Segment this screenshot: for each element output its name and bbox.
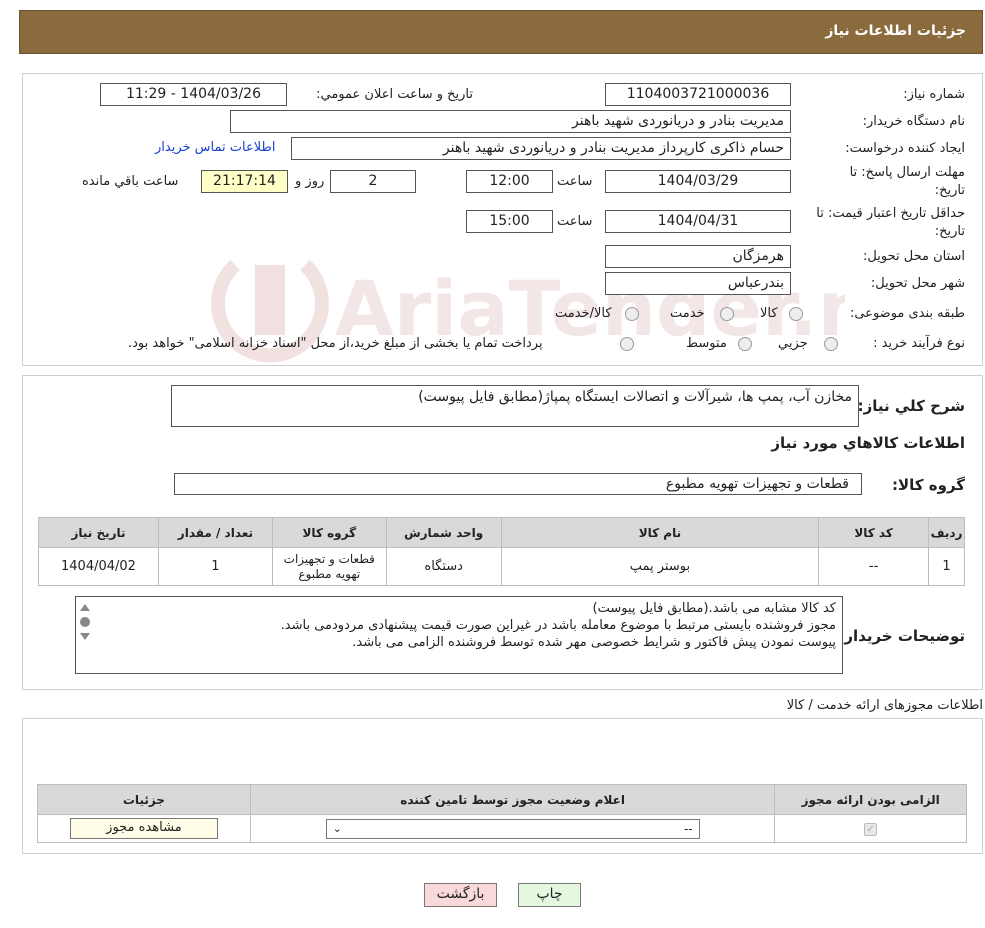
validity-date-label: تاریخ: xyxy=(934,224,965,239)
buyer-notes-label: توضیحات خریدار: xyxy=(838,627,965,645)
validity-label: حداقل تاریخ اعتبار قیمت: تا xyxy=(816,206,965,221)
back-button[interactable]: بازگشت xyxy=(424,883,497,907)
col-goods-code: کد کالا xyxy=(818,517,930,548)
process-treasury-checkbox[interactable] xyxy=(620,337,634,351)
requester-field: حسام ذاکری کارپرداز مدیریت بنادر و دریان… xyxy=(291,137,791,160)
city-label: شهر محل تحویل: xyxy=(870,276,965,291)
city-field: بندرعباس xyxy=(605,272,791,295)
col-license-details: جزئیات xyxy=(37,784,251,815)
cell-row-number: 1 xyxy=(928,547,965,586)
process-radio-medium[interactable] xyxy=(738,337,752,351)
category-radio-goods[interactable] xyxy=(789,307,803,321)
licenses-table: الزامی بودن ارائه مجوز اعلام وضعیت مجوز … xyxy=(37,784,967,843)
scroll-up-icon[interactable] xyxy=(80,604,90,611)
process-radio-partial[interactable] xyxy=(824,337,838,351)
chevron-down-icon: ⌄ xyxy=(332,822,342,835)
cell-need-date: 1404/04/02 xyxy=(38,547,159,586)
col-quantity: تعداد / مقدار xyxy=(157,517,273,548)
license-status-value: -- xyxy=(683,821,693,836)
deadline-time-label: ساعت xyxy=(557,174,593,189)
goods-group-field: قطعات و تجهیزات تهویه مطبوع xyxy=(174,473,862,495)
validity-time-label: ساعت xyxy=(557,214,593,229)
col-license-required: الزامی بودن ارائه مجوز xyxy=(774,784,967,815)
buyer-notes-textarea[interactable]: کد کالا مشابه می باشد.(مطابق فایل پیوست)… xyxy=(75,596,843,674)
licenses-header-row: الزامی بودن ارائه مجوز اعلام وضعیت مجوز … xyxy=(37,784,967,815)
goods-group-label: گروه کالا: xyxy=(892,476,965,494)
category-radio-goods-service[interactable] xyxy=(625,307,639,321)
process-note: پرداخت تمام یا بخشی از مبلغ خرید،از محل … xyxy=(128,336,543,351)
deadline-time-field: 12:00 xyxy=(466,170,553,193)
province-label: استان محل تحویل: xyxy=(863,249,965,264)
announce-label: تاریخ و ساعت اعلان عمومي: xyxy=(316,87,473,102)
cell-goods-name: بوستر پمپ xyxy=(500,547,820,586)
buyer-note-line: مجوز فروشنده بایستی مرتبط با موضوع معامل… xyxy=(280,618,836,633)
page-title: جزئیات اطلاعات نیاز xyxy=(825,23,966,39)
category-option-service: خدمت xyxy=(670,306,705,321)
scroll-down-icon[interactable] xyxy=(80,633,90,640)
deadline-date-field: 1404/03/29 xyxy=(605,170,791,193)
license-required-checkbox[interactable]: ✓ xyxy=(864,823,878,836)
col-row-number: ردیف xyxy=(928,517,965,548)
licenses-title: اطلاعات مجوزهای ارائه خدمت / کالا xyxy=(786,698,983,713)
need-number-field: 1104003721000036 xyxy=(605,83,791,106)
scroll-thumb[interactable] xyxy=(80,617,90,627)
buyer-org-label: نام دستگاه خریدار: xyxy=(862,114,965,129)
cell-license-required: ✓ xyxy=(774,814,967,843)
buyer-contact-link[interactable]: اطلاعات تماس خریدار xyxy=(155,140,275,155)
process-option-medium: متوسط xyxy=(686,336,727,351)
goods-table-header-row: ردیف کد کالا نام کالا واحد شمارش گروه کا… xyxy=(38,517,965,548)
category-option-goods: کالا xyxy=(760,306,778,321)
category-radio-service[interactable] xyxy=(720,307,734,321)
cell-license-status: -- ⌄ xyxy=(249,814,776,843)
validity-date-field: 1404/04/31 xyxy=(605,210,791,233)
col-license-status: اعلام وضعیت مجوز توسط تامین کننده xyxy=(249,784,776,815)
cell-quantity: 1 xyxy=(157,547,273,586)
goods-table: ردیف کد کالا نام کالا واحد شمارش گروه کا… xyxy=(38,517,965,586)
process-option-partial: جزیي xyxy=(778,336,808,351)
remaining-time-label: ساعت باقي مانده xyxy=(82,174,179,189)
cell-license-details: مشاهده مجوز xyxy=(37,814,251,843)
category-label: طبقه بندی موضوعی: xyxy=(849,306,965,321)
summary-label: شرح کلي نیاز: xyxy=(857,397,965,415)
col-goods-group: گروه کالا xyxy=(271,517,387,548)
summary-textarea: مخازن آب، پمپ ها، شیرآلات و اتصالات ایست… xyxy=(171,385,859,427)
announce-datetime-field: 1404/03/26 - 11:29 xyxy=(100,83,287,106)
buyer-note-line: پیوست نمودن پیش فاکتور و شرایط خصوصی مهر… xyxy=(352,635,836,650)
license-status-select[interactable]: -- ⌄ xyxy=(325,818,700,839)
buyer-note-line: کد کالا مشابه می باشد.(مطابق فایل پیوست) xyxy=(592,601,836,616)
col-unit: واحد شمارش xyxy=(385,517,502,548)
province-field: هرمزگان xyxy=(605,245,791,268)
need-number-label: شماره نیاز: xyxy=(903,87,965,102)
deadline-label: مهلت ارسال پاسخ: تا xyxy=(849,165,965,180)
deadline-date-label: تاریخ: xyxy=(934,183,965,198)
col-goods-name: نام کالا xyxy=(500,517,820,548)
page-header: جزئیات اطلاعات نیاز xyxy=(19,10,983,54)
requester-label: ایجاد کننده درخواست: xyxy=(845,141,965,156)
validity-time-field: 15:00 xyxy=(466,210,553,233)
process-label: نوع فرآیند خرید : xyxy=(873,336,965,351)
days-label: روز و xyxy=(295,174,325,189)
table-row: ✓ -- ⌄ مشاهده مجوز xyxy=(37,814,967,843)
category-option-goods-service: کالا/خدمت xyxy=(555,306,612,321)
cell-unit: دستگاه xyxy=(385,547,502,586)
summary-text: مخازن آب، پمپ ها، شیرآلات و اتصالات ایست… xyxy=(418,389,852,405)
cell-goods-group: قطعات و تجهیزات تهویه مطبوع xyxy=(271,547,387,586)
table-row: 1 -- بوستر پمپ دستگاه قطعات و تجهیزات ته… xyxy=(38,547,965,586)
goods-info-title: اطلاعات کالاهاي مورد نیاز xyxy=(771,434,965,452)
view-license-button[interactable]: مشاهده مجوز xyxy=(69,818,218,839)
buyer-org-field: مدیریت بنادر و دریانوردی شهید باهنر xyxy=(230,110,791,133)
remaining-time-field: 21:17:14 xyxy=(201,170,288,193)
days-remaining-field: 2 xyxy=(330,170,416,193)
col-need-date: تاریخ نیاز xyxy=(38,517,159,548)
print-button[interactable]: چاپ xyxy=(518,883,581,907)
cell-goods-code: -- xyxy=(818,547,930,586)
notes-scrollbar[interactable] xyxy=(77,600,93,660)
